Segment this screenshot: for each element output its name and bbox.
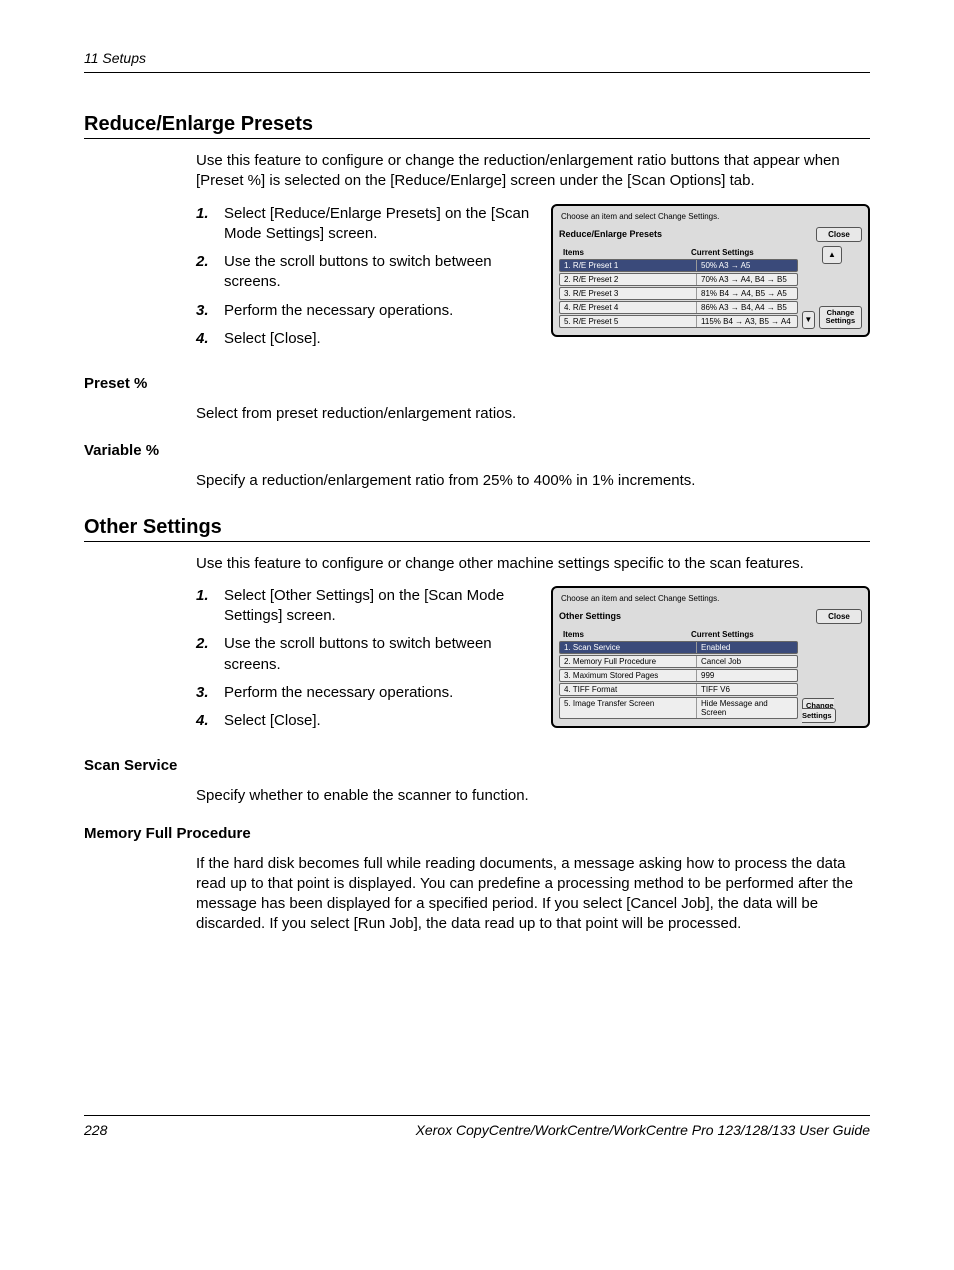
- chevron-up-icon: ▲: [828, 250, 836, 259]
- step-number: 3.: [196, 683, 224, 703]
- cell-setting: 86% A3 → B4, A4 → B5: [697, 302, 797, 313]
- step-text: Select [Close].: [224, 329, 321, 349]
- table-row[interactable]: 5. R/E Preset 5 115% B4 → A3, B5 → A4: [559, 315, 798, 328]
- cell-setting: 115% B4 → A3, B5 → A4: [697, 316, 797, 327]
- subsection-variable-percent: Variable %: [84, 442, 870, 459]
- step-text: Select [Close].: [224, 711, 321, 731]
- table-row[interactable]: 1. Scan Service Enabled: [559, 641, 798, 654]
- cell-setting: TIFF V6: [697, 684, 797, 695]
- step-number: 1.: [196, 586, 224, 627]
- screenshot-other-settings: Choose an item and select Change Setting…: [551, 586, 870, 728]
- step-text: Perform the necessary operations.: [224, 683, 453, 703]
- cell-item: 4. TIFF Format: [560, 684, 697, 695]
- cell-setting: 999: [697, 670, 797, 681]
- cell-item: 2. Memory Full Procedure: [560, 656, 697, 667]
- step-text: Select [Reduce/Enlarge Presets] on the […: [224, 204, 543, 245]
- subsection-preset-percent-text: Select from preset reduction/enlargement…: [196, 404, 870, 424]
- screenshot-title: Reduce/Enlarge Presets: [559, 229, 662, 239]
- page-header: 11 Setups: [84, 50, 870, 73]
- subsection-memory-full: Memory Full Procedure: [84, 825, 870, 842]
- step-number: 2.: [196, 252, 224, 293]
- subsection-memory-full-text: If the hard disk becomes full while read…: [196, 854, 870, 935]
- section-title-other-settings: Other Settings: [84, 516, 870, 542]
- table-row[interactable]: 3. R/E Preset 3 81% B4 → A4, B5 → A5: [559, 287, 798, 300]
- page-footer: 228 Xerox CopyCentre/WorkCentre/WorkCent…: [84, 1115, 870, 1138]
- section-title-reduce-enlarge: Reduce/Enlarge Presets: [84, 113, 870, 139]
- cell-item: 3. R/E Preset 3: [560, 288, 697, 299]
- chapter-label: 11 Setups: [84, 50, 146, 66]
- cell-item: 1. Scan Service: [560, 642, 697, 653]
- section1-steps: 1.Select [Reduce/Enlarge Presets] on the…: [196, 204, 543, 350]
- cell-setting: 50% A3 → A5: [697, 260, 797, 271]
- step-number: 2.: [196, 634, 224, 675]
- cell-setting: Cancel Job: [697, 656, 797, 667]
- table-row[interactable]: 4. R/E Preset 4 86% A3 → B4, A4 → B5: [559, 301, 798, 314]
- cell-item: 2. R/E Preset 2: [560, 274, 697, 285]
- cell-item: 5. R/E Preset 5: [560, 316, 697, 327]
- screenshot-title: Other Settings: [559, 611, 621, 621]
- cell-setting: 70% A3 → A4, B4 → B5: [697, 274, 797, 285]
- step-number: 4.: [196, 711, 224, 731]
- scroll-up-button[interactable]: ▲: [822, 246, 842, 264]
- cell-item: 5. Image Transfer Screen: [560, 698, 697, 718]
- column-header-items: Items: [563, 630, 691, 639]
- scroll-down-button[interactable]: ▼: [802, 311, 815, 329]
- subsection-scan-service: Scan Service: [84, 757, 870, 774]
- cell-setting: Enabled: [697, 642, 797, 653]
- section1-intro: Use this feature to configure or change …: [196, 151, 870, 192]
- cell-item: 1. R/E Preset 1: [560, 260, 697, 271]
- table-row[interactable]: 5. Image Transfer Screen Hide Message an…: [559, 697, 798, 719]
- subsection-preset-percent: Preset %: [84, 375, 870, 392]
- step-number: 4.: [196, 329, 224, 349]
- cell-item: 4. R/E Preset 4: [560, 302, 697, 313]
- chevron-down-icon: ▼: [804, 315, 812, 324]
- section2-steps: 1.Select [Other Settings] on the [Scan M…: [196, 586, 543, 732]
- step-text: Use the scroll buttons to switch between…: [224, 252, 543, 293]
- subsection-scan-service-text: Specify whether to enable the scanner to…: [196, 786, 870, 806]
- page-number: 228: [84, 1122, 107, 1138]
- table-row[interactable]: 3. Maximum Stored Pages 999: [559, 669, 798, 682]
- section2-intro: Use this feature to configure or change …: [196, 554, 870, 574]
- cell-setting: 81% B4 → A4, B5 → A5: [697, 288, 797, 299]
- screenshot-reduce-enlarge-presets: Choose an item and select Change Setting…: [551, 204, 870, 337]
- column-header-settings: Current Settings: [691, 248, 794, 257]
- cell-setting: Hide Message and Screen: [697, 698, 797, 718]
- step-text: Perform the necessary operations.: [224, 301, 453, 321]
- close-button[interactable]: Close: [816, 609, 862, 624]
- step-number: 3.: [196, 301, 224, 321]
- change-settings-button[interactable]: Change Settings: [802, 698, 836, 722]
- screenshot-hint: Choose an item and select Change Setting…: [553, 588, 868, 607]
- table-row[interactable]: 4. TIFF Format TIFF V6: [559, 683, 798, 696]
- table-row[interactable]: 2. R/E Preset 2 70% A3 → A4, B4 → B5: [559, 273, 798, 286]
- subsection-variable-percent-text: Specify a reduction/enlargement ratio fr…: [196, 471, 870, 491]
- table-row[interactable]: 2. Memory Full Procedure Cancel Job: [559, 655, 798, 668]
- step-text: Use the scroll buttons to switch between…: [224, 634, 543, 675]
- step-text: Select [Other Settings] on the [Scan Mod…: [224, 586, 543, 627]
- step-number: 1.: [196, 204, 224, 245]
- change-settings-button[interactable]: Change Settings: [819, 306, 862, 329]
- cell-item: 3. Maximum Stored Pages: [560, 670, 697, 681]
- column-header-items: Items: [563, 248, 691, 257]
- close-button[interactable]: Close: [816, 227, 862, 242]
- table-row[interactable]: 1. R/E Preset 1 50% A3 → A5: [559, 259, 798, 272]
- screenshot-hint: Choose an item and select Change Setting…: [553, 206, 868, 225]
- guide-title: Xerox CopyCentre/WorkCentre/WorkCentre P…: [416, 1122, 870, 1138]
- column-header-settings: Current Settings: [691, 630, 794, 639]
